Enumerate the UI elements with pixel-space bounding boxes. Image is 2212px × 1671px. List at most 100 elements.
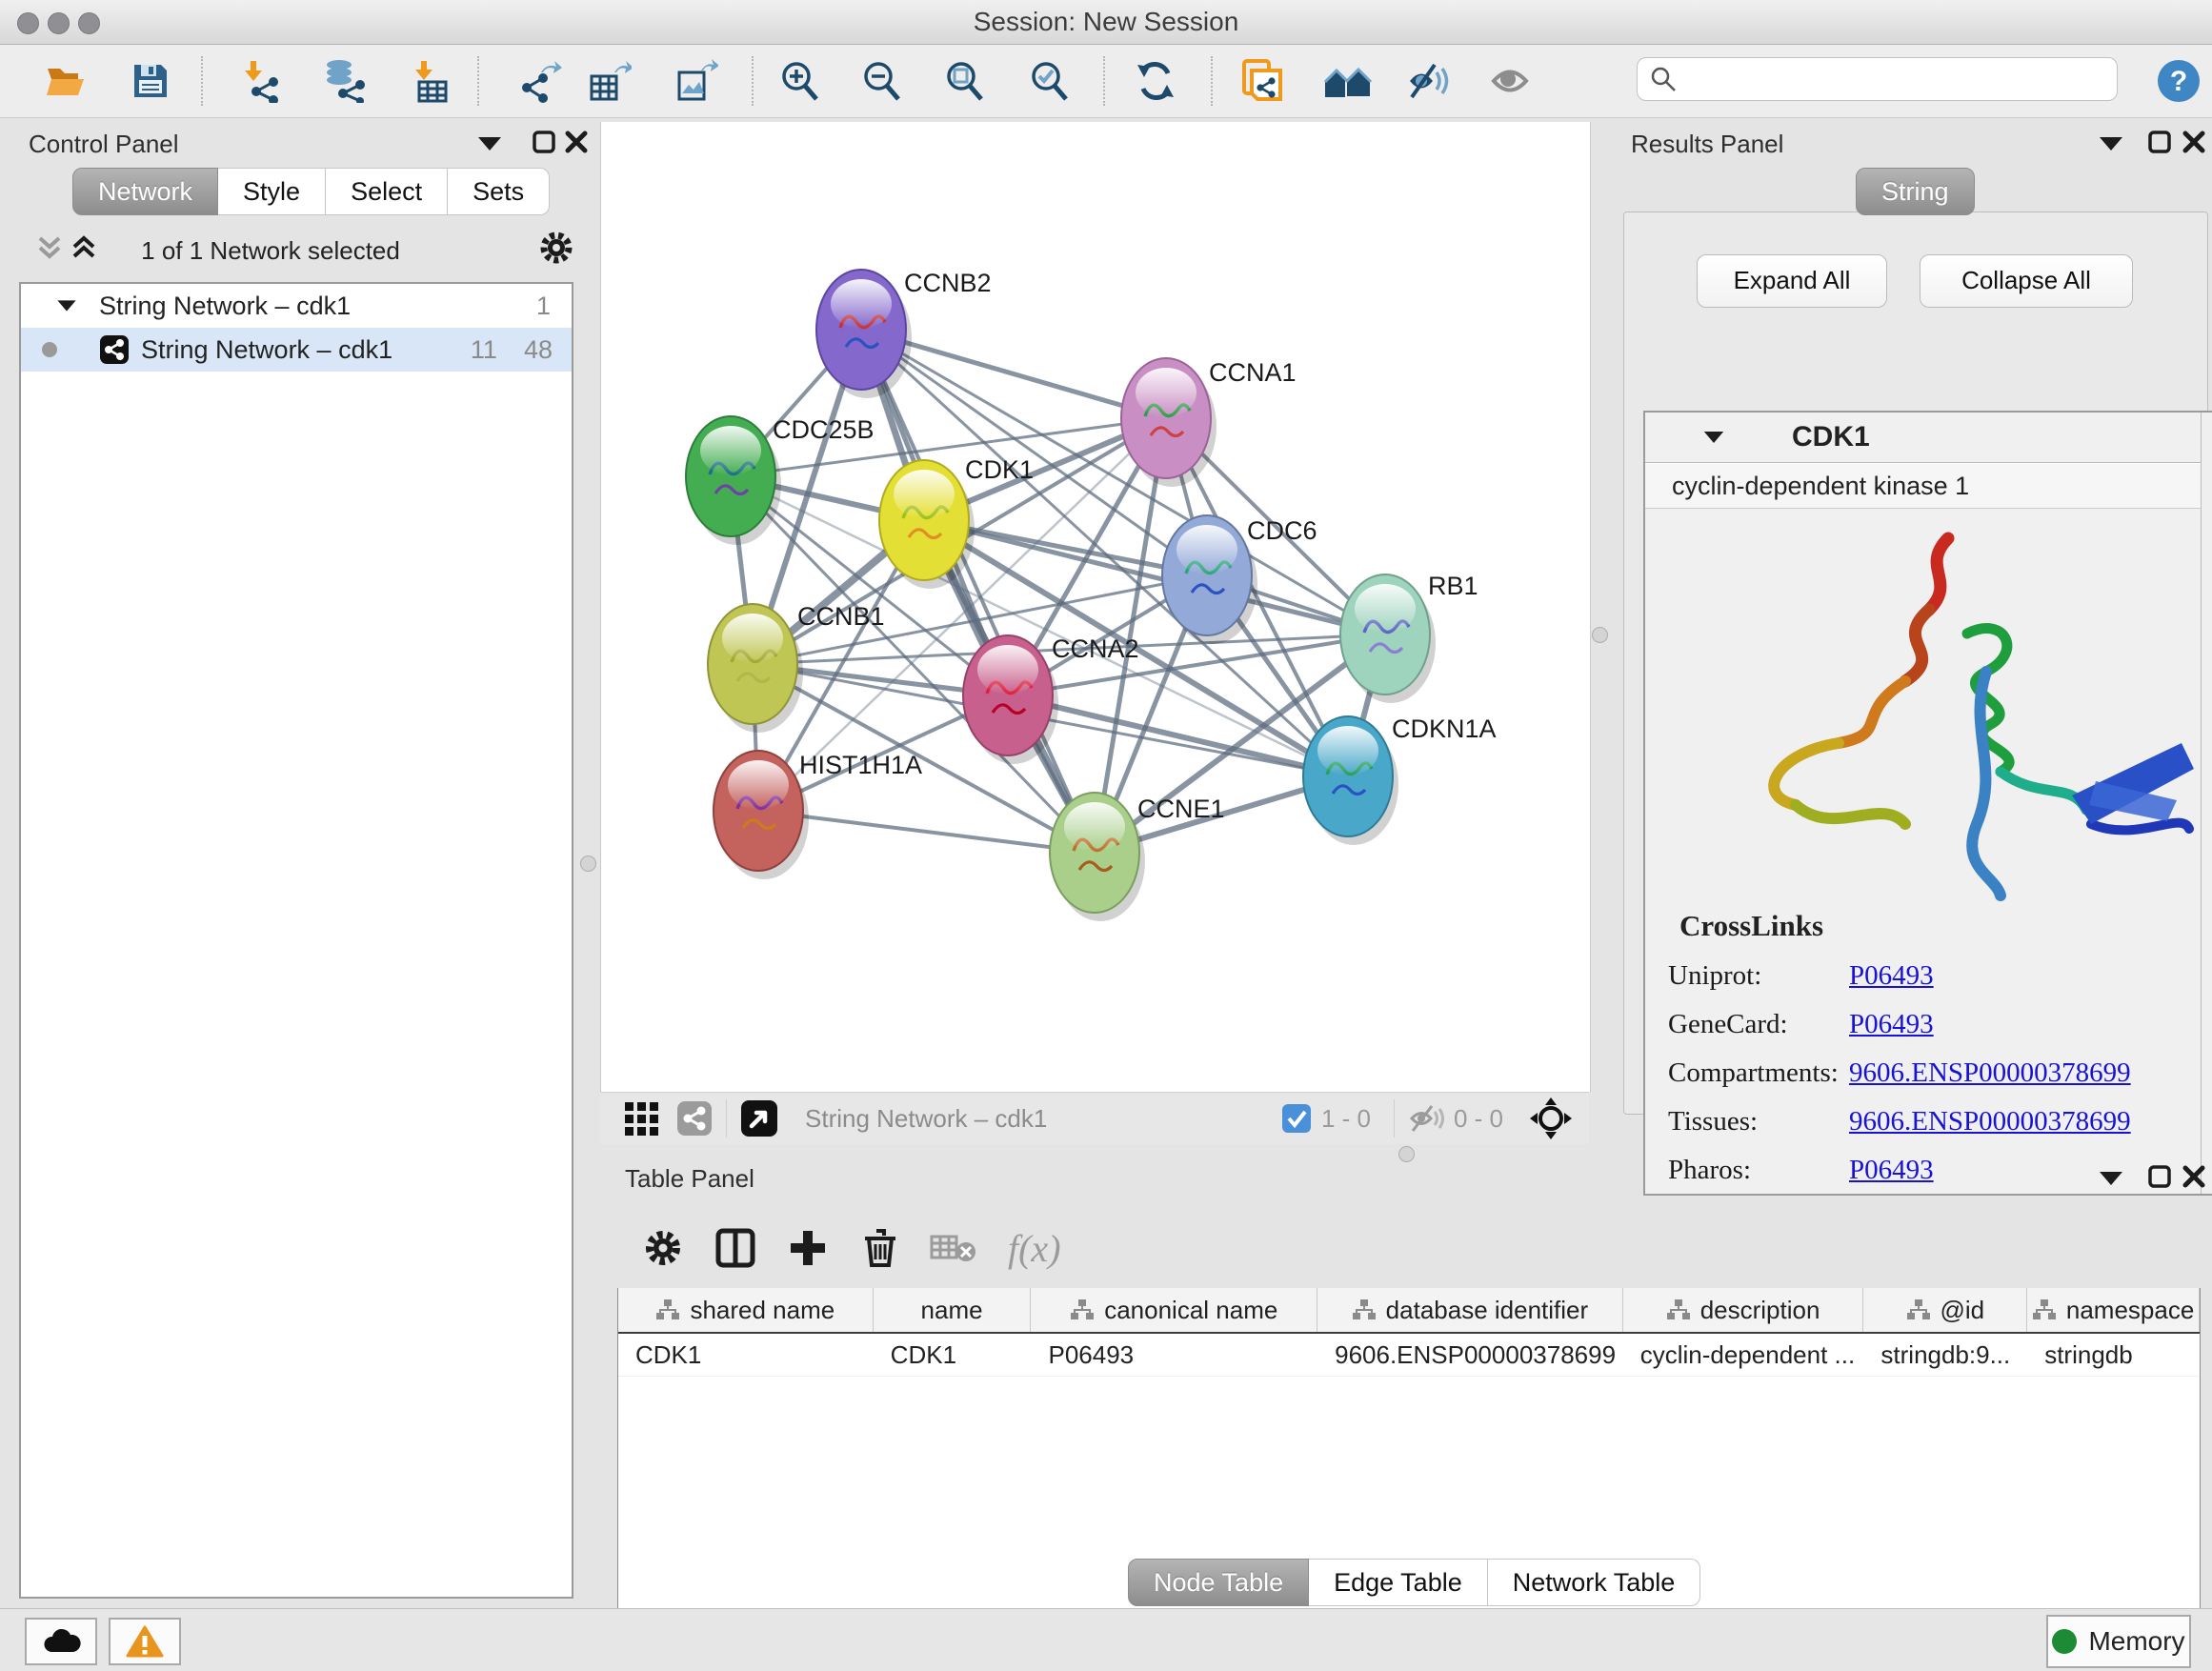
- node-CCNE1[interactable]: [1050, 793, 1145, 921]
- collapse-section-icon[interactable]: [1704, 432, 1723, 443]
- import-table-icon[interactable]: [408, 59, 452, 103]
- close-panel-icon[interactable]: [564, 130, 589, 154]
- edge-count: 48: [524, 335, 553, 365]
- zoom-out-icon[interactable]: [860, 59, 904, 103]
- node-HIST1H1A[interactable]: [714, 751, 809, 879]
- memory-button[interactable]: Memory: [2046, 1615, 2191, 1668]
- open-in-window-icon[interactable]: [740, 1099, 778, 1137]
- node-label-CDC25B: CDC25B: [773, 415, 875, 444]
- share-view-icon[interactable]: [676, 1100, 713, 1137]
- table-row[interactable]: CDK1CDK1P064939606.ENSP00000378699cyclin…: [618, 1334, 2200, 1377]
- crosslink-value-link[interactable]: P06493: [1849, 960, 1934, 992]
- float-panel-icon[interactable]: [532, 130, 556, 154]
- results-scrollbar[interactable]: [2201, 413, 2212, 1194]
- neighbors-icon[interactable]: [1323, 59, 1373, 103]
- tab-node-table[interactable]: Node Table: [1128, 1559, 1309, 1606]
- table-cell[interactable]: CDK1: [618, 1334, 874, 1376]
- table-cell[interactable]: 9606.ENSP00000378699: [1317, 1334, 1623, 1376]
- float-panel-icon[interactable]: [2147, 130, 2172, 154]
- tab-edge-table[interactable]: Edge Table: [1309, 1559, 1488, 1606]
- node-CDKN1A[interactable]: [1303, 716, 1398, 845]
- node-CCNA2[interactable]: [963, 635, 1058, 764]
- warning-button[interactable]: [109, 1618, 181, 1665]
- help-icon[interactable]: ?: [2157, 59, 2201, 103]
- column-header-description[interactable]: description: [1623, 1288, 1864, 1332]
- columns-icon[interactable]: [714, 1227, 756, 1269]
- current-network-dot-icon: [42, 342, 57, 357]
- tab-network[interactable]: Network: [72, 168, 218, 215]
- import-network-database-icon[interactable]: [322, 59, 366, 103]
- zoom-in-icon[interactable]: [778, 59, 822, 103]
- zoom-fit-icon[interactable]: [943, 59, 987, 103]
- column-header-@id[interactable]: @id: [1863, 1288, 2027, 1332]
- delete-table-icon[interactable]: [930, 1229, 979, 1267]
- refresh-icon[interactable]: [1134, 59, 1177, 103]
- string-documents-icon[interactable]: [1238, 59, 1288, 103]
- tab-sets[interactable]: Sets: [448, 168, 550, 215]
- expand-all-button[interactable]: Expand All: [1697, 254, 1887, 308]
- column-header-canonical-name[interactable]: canonical name: [1031, 1288, 1317, 1332]
- column-header-database-identifier[interactable]: database identifier: [1317, 1288, 1623, 1332]
- hidden-eye-icon[interactable]: [1408, 1102, 1444, 1135]
- splitter-handle[interactable]: [1592, 627, 1608, 643]
- node-CDK1[interactable]: [879, 460, 975, 589]
- add-icon[interactable]: [787, 1227, 829, 1269]
- tab-select[interactable]: Select: [326, 168, 448, 215]
- tab-network-table[interactable]: Network Table: [1488, 1559, 1701, 1606]
- close-panel-icon[interactable]: [2182, 1164, 2206, 1189]
- panel-menu-icon[interactable]: [2100, 1172, 2122, 1185]
- node-RB1[interactable]: [1340, 574, 1436, 703]
- zoom-selected-icon[interactable]: [1028, 59, 1072, 103]
- table-cell[interactable]: cyclin-dependent ...: [1623, 1334, 1864, 1376]
- table-cell[interactable]: stringdb: [2027, 1334, 2200, 1376]
- tree-expander-icon[interactable]: [57, 300, 75, 311]
- column-header-namespace[interactable]: namespace: [2027, 1288, 2200, 1332]
- table-cell[interactable]: P06493: [1031, 1334, 1317, 1376]
- import-network-icon[interactable]: [240, 59, 284, 103]
- crosslink-value-link[interactable]: P06493: [1849, 1009, 1934, 1040]
- network-row[interactable]: String Network – cdk1 11 48: [21, 328, 572, 372]
- close-panel-icon[interactable]: [2182, 130, 2206, 154]
- protein-card-header[interactable]: CDK1: [1645, 413, 2212, 463]
- control-panel: Control Panel NetworkStyleSelectSets 1 o…: [13, 122, 575, 1595]
- open-file-icon[interactable]: [44, 59, 88, 103]
- hide-selection-icon[interactable]: [1406, 59, 1450, 103]
- panel-menu-icon[interactable]: [2100, 137, 2122, 151]
- float-panel-icon[interactable]: [2147, 1164, 2172, 1189]
- maximize-window-icon[interactable]: [78, 12, 100, 34]
- close-window-icon[interactable]: [17, 12, 39, 34]
- export-network-icon[interactable]: [518, 59, 562, 103]
- function-icon[interactable]: f(x): [1008, 1226, 1061, 1271]
- selected-checkbox-icon[interactable]: [1281, 1103, 1312, 1134]
- gear-icon[interactable]: [642, 1227, 684, 1269]
- table-cell[interactable]: stringdb:9...: [1863, 1334, 2027, 1376]
- minimize-window-icon[interactable]: [48, 12, 70, 34]
- birdseye-icon[interactable]: [1528, 1096, 1574, 1141]
- panel-menu-icon[interactable]: [478, 137, 501, 151]
- show-selection-icon[interactable]: [1489, 59, 1533, 103]
- export-image-icon[interactable]: [674, 59, 718, 103]
- search-input[interactable]: [1678, 64, 2091, 95]
- crosslink-label: Tissues:: [1668, 1106, 1849, 1137]
- tab-style[interactable]: Style: [218, 168, 326, 215]
- node-CCNB2[interactable]: [816, 270, 912, 398]
- column-header-name[interactable]: name: [874, 1288, 1032, 1332]
- delete-icon[interactable]: [859, 1227, 901, 1269]
- grid-view-icon[interactable]: [623, 1100, 659, 1137]
- search-field[interactable]: [1637, 57, 2118, 101]
- gear-icon[interactable]: [537, 229, 575, 267]
- network-view[interactable]: CCNB2CCNA1CDC25BCDK1CDC6RB1CCNB1CCNA2CDK…: [600, 122, 1591, 1092]
- column-header-shared-name[interactable]: shared name: [618, 1288, 874, 1332]
- table-cell[interactable]: CDK1: [874, 1334, 1032, 1376]
- collapse-all-button[interactable]: Collapse All: [1920, 254, 2133, 308]
- save-icon[interactable]: [129, 59, 172, 103]
- node-CDC6[interactable]: [1162, 515, 1257, 644]
- crosslink-value-link[interactable]: 9606.ENSP00000378699: [1849, 1057, 2131, 1089]
- splitter-handle[interactable]: [580, 856, 596, 872]
- network-collection-row[interactable]: String Network – cdk1 1: [21, 284, 572, 328]
- cloud-button[interactable]: [25, 1618, 97, 1665]
- export-table-icon[interactable]: [588, 59, 632, 103]
- crosslink-value-link[interactable]: 9606.ENSP00000378699: [1849, 1106, 2131, 1137]
- tab-string[interactable]: String: [1856, 168, 1975, 215]
- node-CCNB1[interactable]: [708, 604, 803, 733]
